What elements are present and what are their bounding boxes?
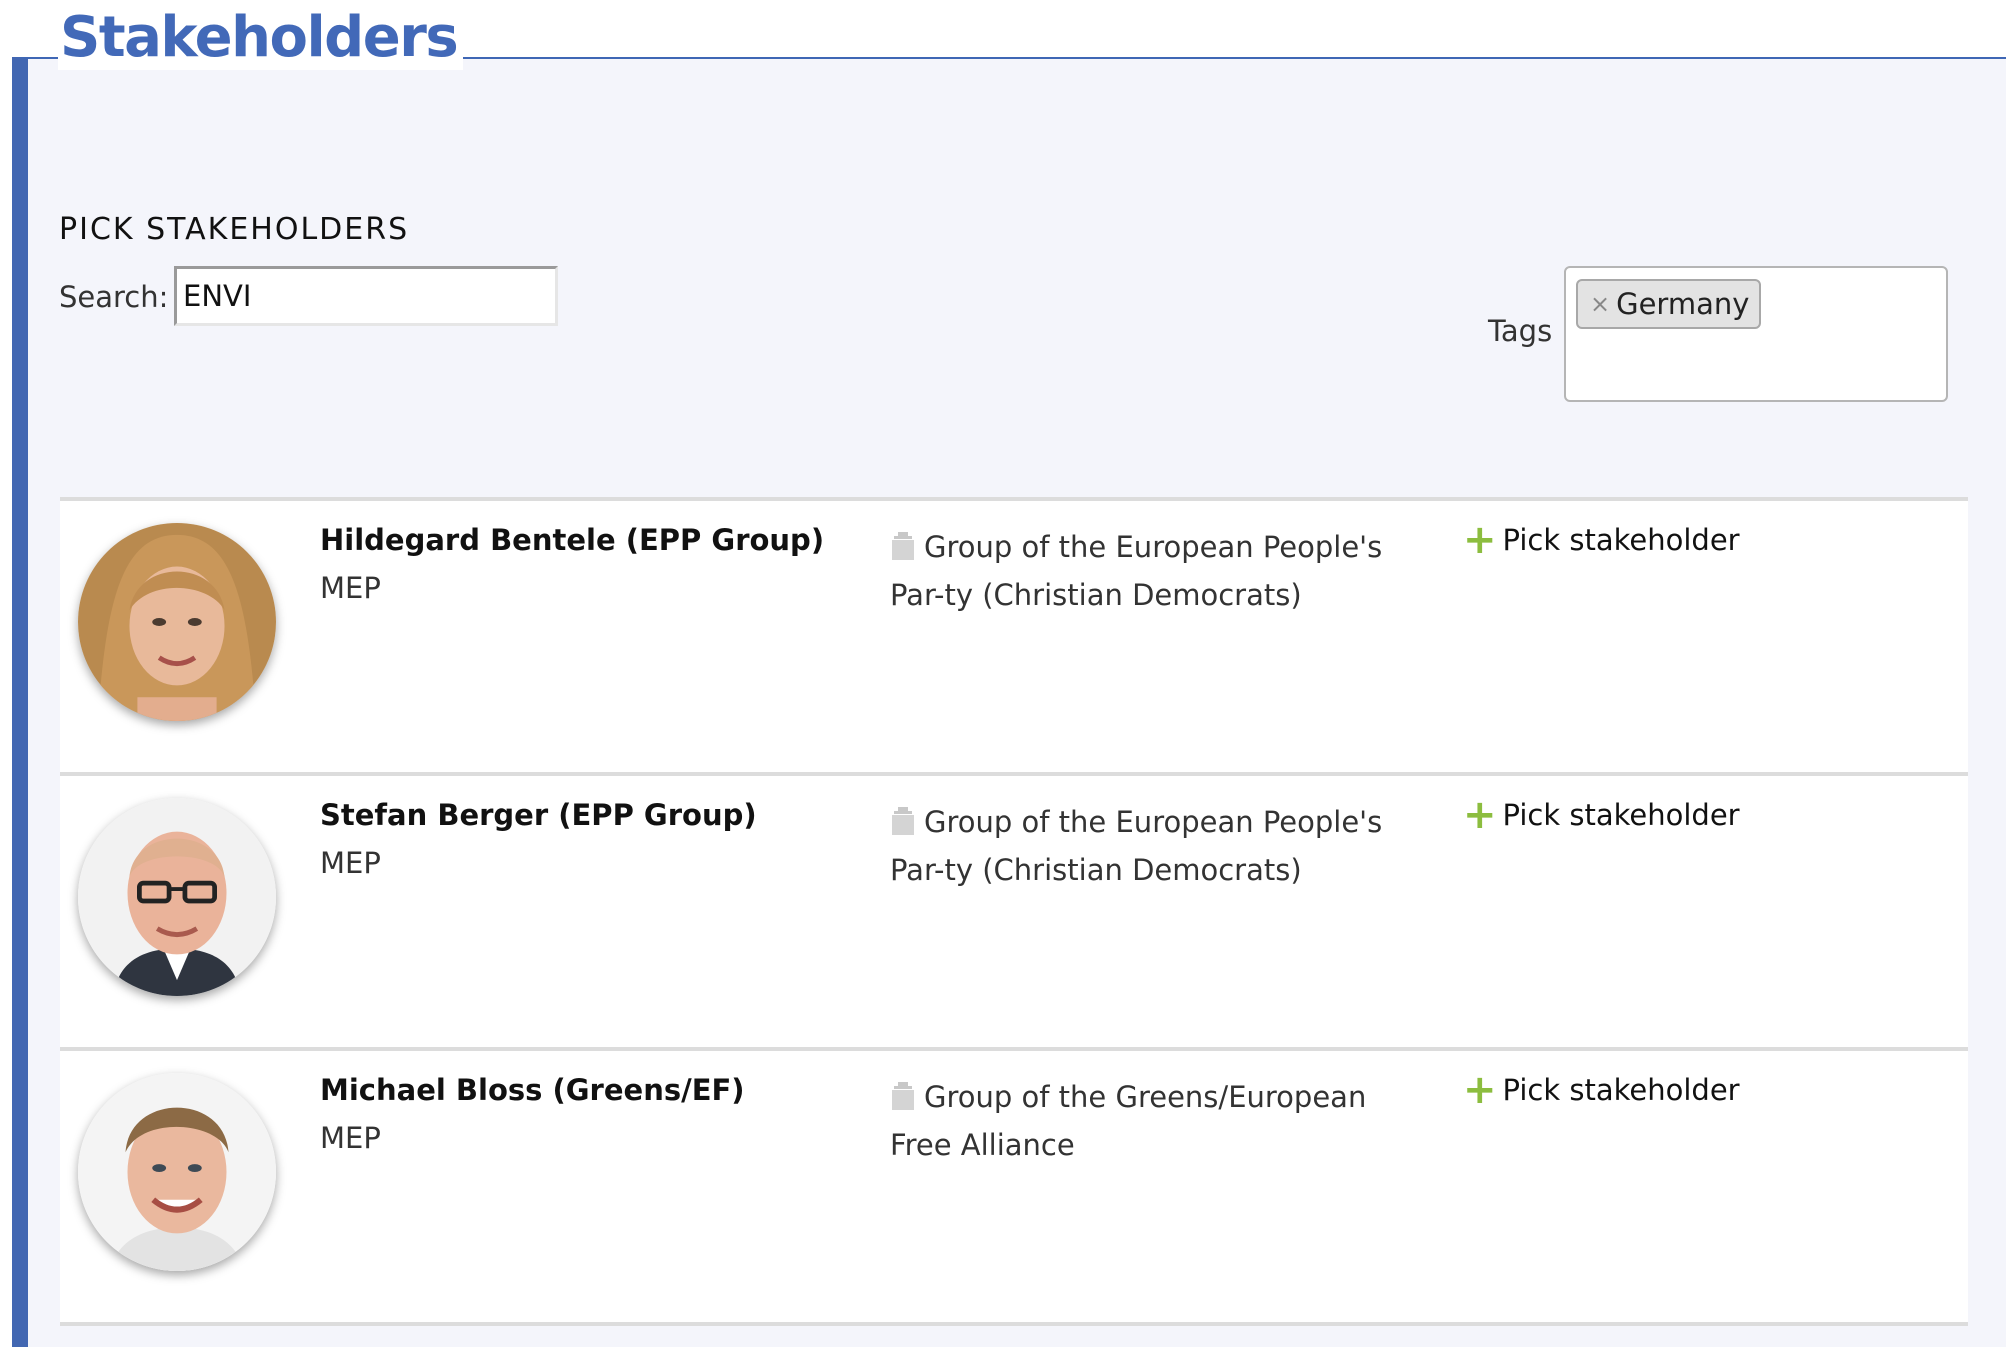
stakeholder-org: Group of the Greens/European Free Allian…: [890, 1073, 1430, 1169]
tag-chip: × Germany: [1576, 279, 1762, 329]
tags-select[interactable]: × Germany: [1564, 266, 1948, 402]
stakeholder-org: Group of the European People's Par-ty (C…: [890, 798, 1430, 894]
stakeholder-org-text: Group of the European People's Par-ty (C…: [890, 805, 1383, 887]
building-icon: [892, 807, 914, 835]
stakeholder-org: Group of the European People's Par-ty (C…: [890, 523, 1430, 619]
pick-stakeholder-button[interactable]: + Pick stakeholder: [1463, 792, 1740, 838]
pick-stakeholder-label: Pick stakeholder: [1502, 523, 1740, 557]
stakeholder-name: Michael Bloss (Greens/EF): [320, 1073, 745, 1107]
stakeholder-row: Stefan Berger (EPP Group) MEP Group of t…: [60, 772, 1968, 1047]
stakeholder-role: MEP: [320, 571, 381, 605]
building-icon: [892, 532, 914, 560]
avatar: [78, 798, 276, 996]
stakeholder-row: Hildegard Bentele (EPP Group) MEP Group …: [60, 497, 1968, 772]
plus-icon: +: [1463, 1067, 1497, 1113]
avatar: [78, 523, 276, 721]
pick-stakeholder-button[interactable]: + Pick stakeholder: [1463, 1067, 1740, 1113]
stakeholder-org-text: Group of the European People's Par-ty (C…: [890, 530, 1383, 612]
portrait-image: [78, 1073, 276, 1271]
avatar: [78, 1073, 276, 1271]
building-icon: [892, 1082, 914, 1110]
stakeholder-role: MEP: [320, 1121, 381, 1155]
tag-remove-icon[interactable]: ×: [1590, 290, 1610, 318]
plus-icon: +: [1463, 517, 1497, 563]
stakeholder-row: Michael Bloss (Greens/EF) MEP Group of t…: [60, 1047, 1968, 1326]
stakeholder-name: Stefan Berger (EPP Group): [320, 798, 757, 832]
plus-icon: +: [1463, 792, 1497, 838]
stakeholder-list: Hildegard Bentele (EPP Group) MEP Group …: [60, 497, 1968, 1326]
portrait-image: [78, 523, 276, 721]
stakeholder-org-text: Group of the Greens/European Free Allian…: [890, 1080, 1367, 1162]
search-label: Search:: [59, 280, 169, 314]
stakeholder-role: MEP: [320, 846, 381, 880]
section-heading: PICK STAKEHOLDERS: [59, 212, 410, 247]
portrait-image: [78, 798, 276, 996]
tags-label: Tags: [1488, 314, 1553, 348]
search-input[interactable]: [174, 266, 558, 326]
stakeholder-name: Hildegard Bentele (EPP Group): [320, 523, 825, 557]
pick-stakeholder-button[interactable]: + Pick stakeholder: [1463, 517, 1740, 563]
pick-stakeholder-label: Pick stakeholder: [1502, 798, 1740, 832]
pick-stakeholder-label: Pick stakeholder: [1502, 1073, 1740, 1107]
tag-label: Germany: [1616, 287, 1750, 321]
page-title: Stakeholders: [58, 6, 464, 70]
